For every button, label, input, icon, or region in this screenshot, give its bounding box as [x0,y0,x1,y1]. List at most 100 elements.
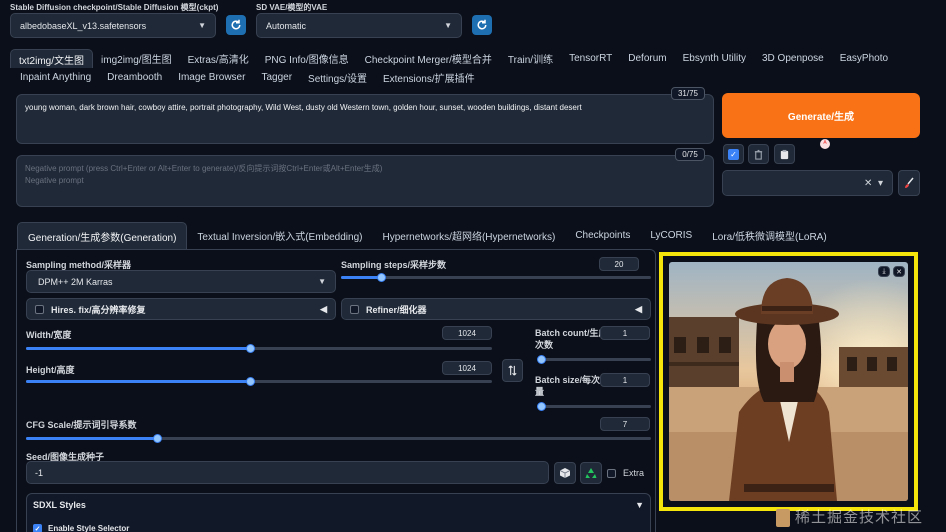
prompt-textarea[interactable]: young woman, dark brown hair, cowboy att… [16,94,714,144]
tab-ebsynth-utility[interactable]: Ebsynth Utility [675,49,754,68]
extra-checkbox[interactable] [607,468,616,478]
seed-input[interactable]: -1 [26,461,549,484]
prompt-token-counter: 31/75 [671,87,705,100]
paintbrush-icon [905,177,914,188]
sampling-steps-label: Sampling steps/采样步数 [341,260,447,270]
tab-checkpoint-merger[interactable]: Checkpoint Merger/模型合并 [357,49,500,68]
batch-count-slider[interactable] [537,355,651,364]
tab-textual-inversion[interactable]: Textual Inversion/嵌入式(Embedding) [187,223,372,248]
output-gallery: ⤓ ✕ [659,252,918,511]
cfg-scale-input[interactable]: 7 [600,417,650,431]
refiner-accordion[interactable]: Refiner/细化器 ◀ [341,298,651,320]
watermark-avatar [776,509,790,527]
enable-style-selector-label: Enable Style Selector [48,524,130,532]
tab-generation[interactable]: Generation/生成参数(Generation) [17,222,188,249]
batch-size-input[interactable]: 1 [600,373,650,387]
batch-count-label-line1: Batch count/生成 [535,328,608,338]
hires-fix-checkbox[interactable] [35,304,44,314]
enable-style-selector-option[interactable]: ✓ Enable Style Selector [27,516,650,532]
tab-png-info[interactable]: PNG Info/图像信息 [257,49,357,68]
negative-prompt-textarea[interactable]: Negative prompt (press Ctrl+Enter or Alt… [16,155,714,207]
checkpoint-dropdown[interactable]: albedobaseXL_v13.safetensors ▼ [10,13,216,38]
tab-easyphoto[interactable]: EasyPhoto [832,49,896,68]
reuse-seed-button[interactable] [580,462,602,484]
vae-refresh-button[interactable] [472,15,492,35]
cfg-scale-slider[interactable] [26,434,651,443]
tab-settings[interactable]: Settings/设置 [300,68,375,87]
batch-size-slider[interactable] [537,402,651,411]
hires-fix-accordion[interactable]: Hires. fix/高分辨率修复 ◀ [26,298,336,320]
download-icon: ⤓ [882,267,886,275]
height-slider[interactable] [26,377,492,386]
height-input[interactable]: 1024 [442,361,492,375]
chevron-down-icon: ▼ [198,21,206,30]
extra-label: Extra [623,468,645,478]
refiner-checkbox[interactable] [350,304,359,314]
cursor-icon [818,136,832,150]
tab-txt2img[interactable]: txt2img/文生图 [10,49,94,68]
swap-dimensions-button[interactable] [502,359,523,382]
tab-inpaint-anything[interactable]: Inpaint Anything [12,68,99,87]
close-image-button[interactable]: ✕ [893,266,905,277]
batch-count-input[interactable]: 1 [600,326,650,340]
sdxl-styles-label: SDXL Styles [33,500,86,510]
tab-lycoris[interactable]: LyCORIS [640,223,702,248]
tab-tensorrt[interactable]: TensorRT [561,49,620,68]
width-input[interactable]: 1024 [442,326,492,340]
check-icon: ✓ [728,148,739,160]
tab-extensions[interactable]: Extensions/扩展插件 [375,68,483,87]
tab-lora[interactable]: Lora/低秩微调模型(LoRA) [702,223,836,248]
tab-train[interactable]: Train/训练 [500,49,561,68]
sampling-method-dropdown[interactable]: DPM++ 2M Karras ▼ [26,270,336,293]
slider-handle[interactable] [537,402,546,411]
tab-checkpoints[interactable]: Checkpoints [565,223,640,248]
negative-prompt-placeholder-2: Negative prompt [25,176,84,185]
sampling-steps-input[interactable]: 20 [599,257,639,271]
close-icon[interactable]: ✕ ▾ [864,178,883,189]
slider-handle[interactable] [246,344,255,353]
slider-handle[interactable] [246,377,255,386]
main-tabs-row-2: Inpaint Anything Dreambooth Image Browse… [12,68,483,87]
refresh-icon [231,19,241,30]
caret-left-icon: ◀ [320,303,327,314]
checkpoint-refresh-button[interactable] [226,15,246,35]
generated-image[interactable] [669,262,908,501]
tab-tagger[interactable]: Tagger [253,68,300,87]
vae-dropdown[interactable]: Automatic ▼ [256,13,462,38]
chevron-down-icon: ▼ [444,21,452,30]
refiner-label: Refiner/细化器 [366,304,427,315]
tab-3d-openpose[interactable]: 3D Openpose [754,49,832,68]
vae-value: Automatic [266,20,307,31]
tab-img2img[interactable]: img2img/图生图 [93,49,180,68]
slider-handle[interactable] [537,355,546,364]
recycle-icon [585,468,597,478]
download-button[interactable]: ⤓ [878,266,890,277]
close-icon: ✕ [896,268,902,276]
height-label: Height/高度 [26,365,75,375]
slider-handle[interactable] [377,273,386,282]
sdxl-styles-header[interactable]: SDXL Styles ▼ [27,494,650,516]
styles-dropdown[interactable]: ✕ ▾ [722,170,893,196]
caret-down-icon: ▼ [635,500,644,510]
tab-deforum[interactable]: Deforum [620,49,674,68]
tab-image-browser[interactable]: Image Browser [170,68,253,87]
width-slider[interactable] [26,344,492,353]
generate-button[interactable]: Generate/生成 [722,93,920,138]
extra-option[interactable]: Extra [607,468,644,478]
edit-styles-button[interactable] [898,170,920,196]
prompt-text: young woman, dark brown hair, cowboy att… [25,103,582,112]
random-seed-button[interactable] [554,462,576,484]
tab-dreambooth[interactable]: Dreambooth [99,68,170,87]
paste-style-button[interactable] [774,144,795,164]
tab-hypernetworks[interactable]: Hypernetworks/超网络(Hypernetworks) [372,223,565,248]
tab-extras[interactable]: Extras/高清化 [180,49,257,68]
show-extra-networks-button[interactable]: ✓ [723,144,744,164]
clear-prompt-button[interactable] [748,144,769,164]
sampling-steps-slider[interactable] [341,273,651,282]
batch-size-label-line1: Batch size/每次数 [535,375,610,385]
slider-handle[interactable] [153,434,162,443]
main-tabs-row-1: txt2img/文生图 img2img/图生图 Extras/高清化 PNG I… [10,49,896,68]
sdxl-styles-panel: SDXL Styles ▼ ✓ Enable Style Selector [26,493,651,532]
enable-style-selector-checkbox[interactable]: ✓ [33,524,42,532]
width-label: Width/宽度 [26,330,72,340]
